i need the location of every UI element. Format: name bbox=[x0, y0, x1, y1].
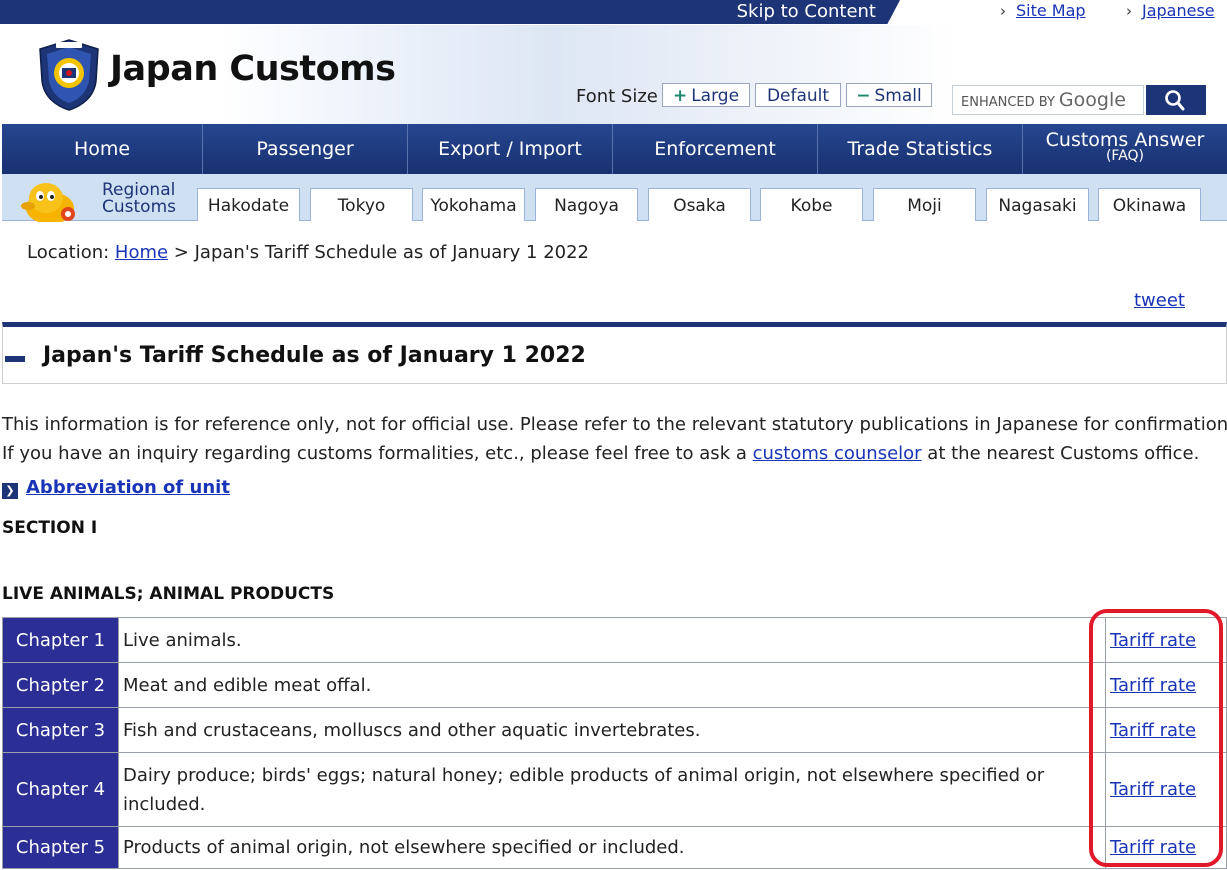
japanese-item: › Japanese bbox=[1126, 0, 1215, 22]
breadcrumb-current: Japan's Tariff Schedule as of January 1 … bbox=[194, 242, 590, 263]
regional-label-line2: Customs bbox=[102, 197, 176, 217]
customs-counselor-link[interactable]: customs counselor bbox=[753, 443, 922, 464]
section-heading: SECTION I bbox=[2, 518, 98, 538]
description-cell: Dairy produce; birds' eggs; natural hone… bbox=[118, 752, 1106, 827]
skip-to-content-link[interactable]: Skip to Content bbox=[0, 0, 900, 24]
site-map-item: › Site Map bbox=[1000, 0, 1086, 22]
abbreviation-item: ❯ Abbreviation of unit bbox=[2, 477, 230, 499]
japanese-link[interactable]: Japanese bbox=[1142, 1, 1215, 20]
regional-customs-label: Regional Customs bbox=[102, 182, 176, 216]
chevron-right-icon: › bbox=[1126, 2, 1132, 20]
table-row: Chapter 3 Fish and crustaceans, molluscs… bbox=[2, 707, 1227, 753]
tariff-rate-cell: Tariff rate bbox=[1105, 826, 1227, 869]
city-tab-tokyo[interactable]: Tokyo bbox=[310, 188, 413, 221]
search-input[interactable]: ENHANCED BY Google bbox=[952, 85, 1144, 115]
font-small-button[interactable]: − Small bbox=[846, 83, 932, 107]
city-tab-kobe[interactable]: Kobe bbox=[760, 188, 863, 221]
font-size-label: Font Size bbox=[576, 86, 658, 107]
city-tab-nagasaki[interactable]: Nagasaki bbox=[986, 188, 1089, 221]
font-small-label: Small bbox=[874, 86, 922, 106]
minus-icon: − bbox=[856, 86, 871, 106]
intro-line-2-after: at the nearest Customs office. bbox=[921, 443, 1200, 464]
breadcrumb-separator: > bbox=[168, 242, 195, 263]
table-row: Chapter 2 Meat and edible meat offal. Ta… bbox=[2, 662, 1227, 708]
plus-icon: + bbox=[672, 86, 688, 106]
font-default-label: Default bbox=[766, 86, 830, 106]
chapter-table: Chapter 1 Live animals. Tariff rate Chap… bbox=[2, 617, 1227, 869]
title-bar-icon bbox=[5, 356, 25, 362]
city-tab-okinawa[interactable]: Okinawa bbox=[1098, 188, 1201, 221]
chevron-right-icon: › bbox=[1000, 2, 1006, 20]
enhanced-by-label: ENHANCED BY bbox=[961, 95, 1055, 110]
search-button[interactable] bbox=[1146, 85, 1206, 115]
font-default-button[interactable]: Default bbox=[755, 83, 841, 107]
description-cell: Meat and edible meat offal. bbox=[118, 662, 1106, 708]
city-tab-nagoya[interactable]: Nagoya bbox=[535, 188, 638, 221]
regional-customs-bar: Regional Customs Hakodate Tokyo Yokohama… bbox=[2, 174, 1227, 222]
tariff-rate-cell: Tariff rate bbox=[1105, 617, 1227, 663]
breadcrumb-home-link[interactable]: Home bbox=[115, 242, 168, 263]
nav-trade-statistics[interactable]: Trade Statistics bbox=[818, 124, 1023, 174]
breadcrumb-prefix: Location: bbox=[27, 242, 115, 263]
nav-passenger[interactable]: Passenger bbox=[203, 124, 408, 174]
city-tab-hakodate[interactable]: Hakodate bbox=[197, 188, 300, 221]
nav-export-import[interactable]: Export / Import bbox=[408, 124, 613, 174]
tariff-rate-cell: Tariff rate bbox=[1105, 752, 1227, 827]
site-search: ENHANCED BY Google bbox=[952, 85, 1206, 115]
city-tab-osaka[interactable]: Osaka bbox=[648, 188, 751, 221]
city-tab-moji[interactable]: Moji bbox=[873, 188, 976, 221]
intro-line-1: This information is for reference only, … bbox=[2, 414, 1227, 435]
tariff-rate-cell: Tariff rate bbox=[1105, 707, 1227, 753]
customs-shield-emblem-icon[interactable] bbox=[38, 39, 100, 111]
chapter-cell: Chapter 2 bbox=[2, 662, 119, 708]
chapter-cell: Chapter 3 bbox=[2, 707, 119, 753]
section-subheading: LIVE ANIMALS; ANIMAL PRODUCTS bbox=[2, 584, 335, 604]
city-tab-yokohama[interactable]: Yokohama bbox=[422, 188, 525, 221]
tariff-rate-cell: Tariff rate bbox=[1105, 662, 1227, 708]
table-row: Chapter 5 Products of animal origin, not… bbox=[2, 826, 1227, 869]
tweet-link[interactable]: tweet bbox=[1134, 290, 1185, 311]
table-row: Chapter 1 Live animals. Tariff rate bbox=[2, 617, 1227, 663]
page-title: Japan's Tariff Schedule as of January 1 … bbox=[43, 343, 586, 368]
tariff-rate-link[interactable]: Tariff rate bbox=[1110, 837, 1196, 858]
chapter-cell: Chapter 4 bbox=[2, 752, 119, 827]
breadcrumb: Location: Home > Japan's Tariff Schedule… bbox=[27, 242, 589, 263]
magnifier-icon bbox=[1165, 90, 1185, 111]
description-cell: Fish and crustaceans, molluscs and other… bbox=[118, 707, 1106, 753]
nav-faq-sub: (FAQ) bbox=[1105, 148, 1145, 164]
tariff-rate-link[interactable]: Tariff rate bbox=[1110, 779, 1196, 800]
description-cell: Live animals. bbox=[118, 617, 1106, 663]
font-large-label: Large bbox=[691, 86, 740, 106]
abbreviation-of-unit-link[interactable]: Abbreviation of unit bbox=[26, 477, 230, 498]
mascot-character-icon bbox=[21, 183, 75, 222]
intro-line-2: If you have an inquiry regarding customs… bbox=[2, 439, 1227, 468]
tariff-rate-link[interactable]: Tariff rate bbox=[1110, 720, 1196, 741]
main-navigation: Home Passenger Export / Import Enforceme… bbox=[2, 124, 1227, 174]
site-map-link[interactable]: Site Map bbox=[1016, 1, 1086, 20]
site-title[interactable]: Japan Customs bbox=[110, 49, 396, 89]
chapter-cell: Chapter 5 bbox=[2, 826, 119, 869]
intro-line-2-before: If you have an inquiry regarding customs… bbox=[2, 443, 753, 464]
table-row: Chapter 4 Dairy produce; birds' eggs; na… bbox=[2, 752, 1227, 827]
chapter-cell: Chapter 1 bbox=[2, 617, 119, 663]
google-wordmark: Google bbox=[1058, 89, 1126, 111]
description-cell: Products of animal origin, not elsewhere… bbox=[118, 826, 1106, 869]
arrow-box-icon: ❯ bbox=[2, 483, 18, 499]
nav-home[interactable]: Home bbox=[2, 124, 203, 174]
font-large-button[interactable]: + Large bbox=[662, 83, 750, 107]
nav-customs-answer-faq[interactable]: Customs Answer (FAQ) bbox=[1023, 124, 1227, 174]
top-utility-bar: Skip to Content › Site Map › Japanese bbox=[0, 0, 1227, 25]
tariff-rate-link[interactable]: Tariff rate bbox=[1110, 675, 1196, 696]
site-header: Japan Customs Font Size + Large Default −… bbox=[0, 25, 1227, 124]
nav-enforcement[interactable]: Enforcement bbox=[613, 124, 818, 174]
page-title-box: Japan's Tariff Schedule as of January 1 … bbox=[2, 322, 1227, 384]
intro-text: This information is for reference only, … bbox=[2, 410, 1227, 468]
skip-to-content-label: Skip to Content bbox=[736, 1, 876, 22]
tariff-rate-link[interactable]: Tariff rate bbox=[1110, 630, 1196, 651]
